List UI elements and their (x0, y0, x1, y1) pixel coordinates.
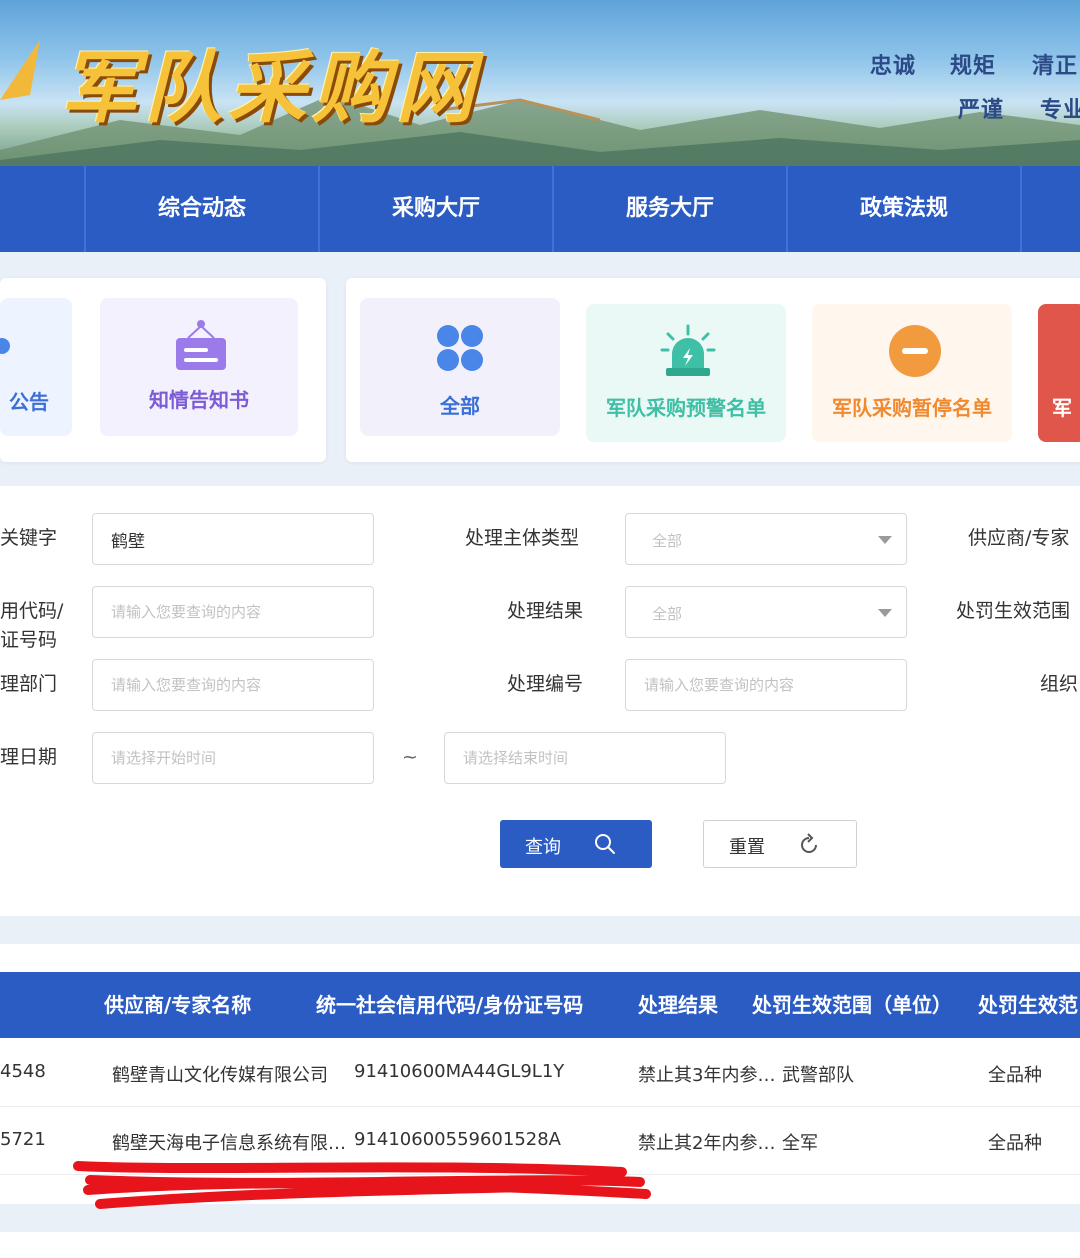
nav-item-policy[interactable]: 政策法规 (788, 166, 1020, 252)
start-date-input[interactable] (92, 732, 374, 784)
credit-code-label-line1: 用代码/ (0, 600, 64, 622)
column-header-name: 供应商/专家名称 (104, 993, 252, 1017)
card-label: 军队采购预警名单 (606, 396, 766, 420)
subject-type-label: 处理主体类型 (465, 527, 580, 549)
cell-penalty-unit: 全军 (782, 1133, 818, 1154)
table-row[interactable]: 4548 鹤壁青山文化传媒有限公司 91410600MA44GL9L1Y 禁止其… (0, 1038, 1080, 1106)
supplier-label: 供应商/专家 (968, 527, 1070, 549)
credit-code-input[interactable] (92, 586, 374, 638)
nav-item-news[interactable]: 综合动态 (86, 166, 318, 252)
left-card-panel: 公告 知情告知书 (0, 278, 326, 462)
bell-icon (0, 338, 10, 354)
date-separator: ~ (402, 746, 418, 768)
cell-id: 4548 (0, 1061, 46, 1082)
card-label: 全部 (440, 394, 480, 418)
card-all[interactable]: 全部 (360, 298, 560, 436)
red-annotation-scribble (73, 1161, 651, 1209)
nav-item-service-hall[interactable]: 服务大厅 (554, 166, 786, 252)
dept-label: 理部门 (0, 673, 58, 695)
reset-button-label: 重置 (729, 837, 765, 858)
keyword-label: 关键字 (0, 527, 58, 549)
emblem-icon (0, 40, 40, 100)
slogan-1: 忠诚 (870, 53, 917, 79)
slogan-2: 规矩 (950, 53, 997, 79)
cell-credit-code: 91410600MA44GL9L1Y (354, 1061, 565, 1082)
card-military-list[interactable]: 军 (1038, 304, 1080, 442)
site-banner: 军队采购网 忠诚 规矩 清正 严谨 专业 (0, 0, 1080, 166)
end-date-input[interactable] (444, 732, 726, 784)
credit-code-label-line2: 证号码 (0, 629, 58, 651)
main-nav: 综合动态 采购大厅 服务大厅 政策法规 (0, 166, 1080, 252)
cell-penalty-unit: 武警部队 (782, 1065, 854, 1086)
notice-board-icon (176, 320, 226, 370)
search-icon (595, 834, 615, 854)
table-header: 供应商/专家名称 统一社会信用代码/身份证号码 处理结果 处罚生效范围（单位） … (0, 972, 1080, 1038)
grid-four-icon (437, 325, 483, 371)
refresh-icon (801, 833, 817, 853)
cell-penalty-scope: 全品种 (988, 1065, 1042, 1086)
site-title: 军队采购网 (60, 43, 481, 134)
slogan-5: 专业 (1040, 97, 1080, 123)
card-label: 军 (1052, 396, 1072, 420)
column-header-penalty-scope: 处罚生效范 (978, 993, 1078, 1017)
cell-penalty-scope: 全品种 (988, 1133, 1042, 1154)
column-header-penalty-unit: 处罚生效范围（单位） (752, 993, 952, 1017)
number-input[interactable] (625, 659, 907, 711)
number-label: 处理编号 (507, 673, 584, 695)
select-value: 全部 (652, 532, 683, 550)
card-announcement[interactable]: 公告 (0, 298, 72, 436)
minus-circle-icon (889, 325, 941, 377)
date-label: 理日期 (0, 746, 58, 768)
card-warning-list[interactable]: 军队采购预警名单 (586, 304, 786, 442)
card-notice-letter[interactable]: 知情告知书 (100, 298, 298, 436)
nav-item-procurement-hall[interactable]: 采购大厅 (320, 166, 552, 252)
query-button[interactable]: 查询 (500, 820, 652, 868)
search-form: 关键字 处理主体类型 全部 供应商/专家 用代码/ 证号码 处理结果 全部 处罚… (0, 486, 1080, 916)
result-select[interactable]: 全部 (625, 586, 907, 638)
card-label: 军队采购暂停名单 (832, 396, 992, 420)
chevron-down-icon (878, 536, 892, 544)
penalty-range-label: 处罚生效范围 (956, 600, 1071, 622)
card-suspension-list[interactable]: 军队采购暂停名单 (812, 304, 1012, 442)
query-button-label: 查询 (525, 837, 561, 858)
result-label: 处理结果 (507, 600, 584, 622)
card-label: 知情告知书 (149, 388, 249, 412)
select-value: 全部 (652, 605, 683, 623)
alarm-light-icon (660, 324, 716, 376)
reset-button[interactable]: 重置 (703, 820, 857, 868)
card-label: 公告 (9, 390, 49, 414)
keyword-input[interactable] (92, 513, 374, 565)
column-header-credit-code: 统一社会信用代码/身份证号码 (316, 993, 584, 1017)
cell-id: 5721 (0, 1129, 46, 1150)
cell-name: 鹤壁青山文化传媒有限公司 (112, 1065, 328, 1086)
slogan-3: 清正 (1032, 53, 1079, 79)
org-label: 组织 (1040, 673, 1079, 695)
category-card-panel: 全部 军队采购预警名单 军队采购暂停名单 军 (346, 278, 1080, 462)
dept-input[interactable] (92, 659, 374, 711)
column-header-result: 处理结果 (638, 993, 718, 1017)
chevron-down-icon (878, 609, 892, 617)
slogan-4: 严谨 (958, 97, 1005, 123)
cell-result: 禁止其3年内参… (638, 1065, 776, 1086)
cell-credit-code: 91410600559601528A (354, 1129, 561, 1150)
subject-type-select[interactable]: 全部 (625, 513, 907, 565)
